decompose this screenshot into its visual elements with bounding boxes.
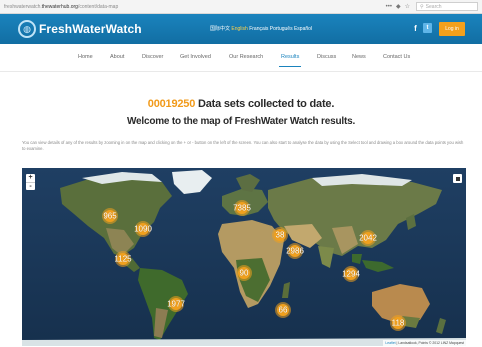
map-attribution: Leaflet | Landsatlook, Points © 2012 LIN… [383,340,466,346]
data-count: 00019250 [147,98,196,110]
lang-spanish[interactable]: Español [294,26,312,32]
page-title: Welcome to the map of FreshWater Watch r… [126,116,356,127]
results-map[interactable]: + - 965 1090 1125 1977 90 7385 38 2986 66 2042 129… [22,168,466,346]
url-field[interactable]: freshwaterwatch.thewaterhub.org/content/… [4,4,386,10]
leaflet-link[interactable]: Leaflet [385,341,395,345]
map-instructions: You can view details of any of the resul… [22,140,464,152]
nav-contact-us[interactable]: Contact Us [383,54,410,60]
search-icon: ⚲ [420,3,424,10]
main-nav: Home About Discover Get Involved Our Res… [0,44,482,72]
browser-toolbar-icons: ••• ◆ ☆ [386,3,410,11]
nav-about[interactable]: About [110,54,124,60]
nav-news[interactable]: News [352,54,366,60]
zoom-in-button[interactable]: + [26,174,35,182]
social-links: f t [411,23,432,33]
lang-chinese[interactable]: 国际中文 [210,26,230,32]
cluster-count-label: 1125 [114,254,132,264]
lang-portuguese[interactable]: Português [270,26,293,32]
lang-english[interactable]: English [231,26,247,32]
cluster-count-label: 7385 [233,203,251,213]
zoom-controls: + - [26,174,35,190]
nav-get-involved[interactable]: Get Involved [180,54,211,60]
data-count-headline: 00019250 Data sets collected to date. [147,98,335,110]
cluster-count-label: 38 [275,230,285,240]
cluster-count-label: 118 [391,318,405,328]
select-tool-button[interactable] [453,174,462,183]
cluster-count-label: 2042 [359,233,377,243]
cluster-count-label: 2986 [286,246,304,256]
active-tab-indicator [279,66,301,67]
more-icon[interactable]: ••• [386,4,392,10]
nav-discuss[interactable]: Discuss [317,54,336,60]
site-header: ◍ FreshWaterWatch 国际中文 English Français … [0,14,482,44]
browser-search-input[interactable]: ⚲ Search [416,2,478,11]
cluster-count-label: 1977 [167,299,185,309]
language-switcher: 国际中文 English Français Português Español [210,25,312,32]
shield-icon[interactable]: ◆ [396,3,401,10]
nav-discover[interactable]: Discover [142,54,163,60]
cluster-count-label: 965 [103,211,117,221]
square-icon [455,176,460,181]
cluster-count-label: 66 [278,305,288,315]
twitter-icon[interactable]: t [423,23,432,33]
star-icon[interactable]: ☆ [405,3,410,10]
cluster-count-label: 1294 [342,269,360,279]
login-button[interactable]: Log in [439,22,465,36]
zoom-out-button[interactable]: - [26,182,35,190]
cluster-count-label: 90 [239,268,249,278]
site-logo[interactable]: ◍ FreshWaterWatch [18,20,142,38]
nav-results[interactable]: Results [281,54,299,60]
nav-home[interactable]: Home [78,54,93,60]
water-drop-icon: ◍ [18,20,36,38]
nav-our-research[interactable]: Our Research [229,54,263,60]
facebook-icon[interactable]: f [411,23,420,33]
lang-french[interactable]: Français [249,26,268,32]
cluster-count-label: 1090 [134,224,152,234]
browser-address-bar: freshwaterwatch.thewaterhub.org/content/… [0,0,482,14]
